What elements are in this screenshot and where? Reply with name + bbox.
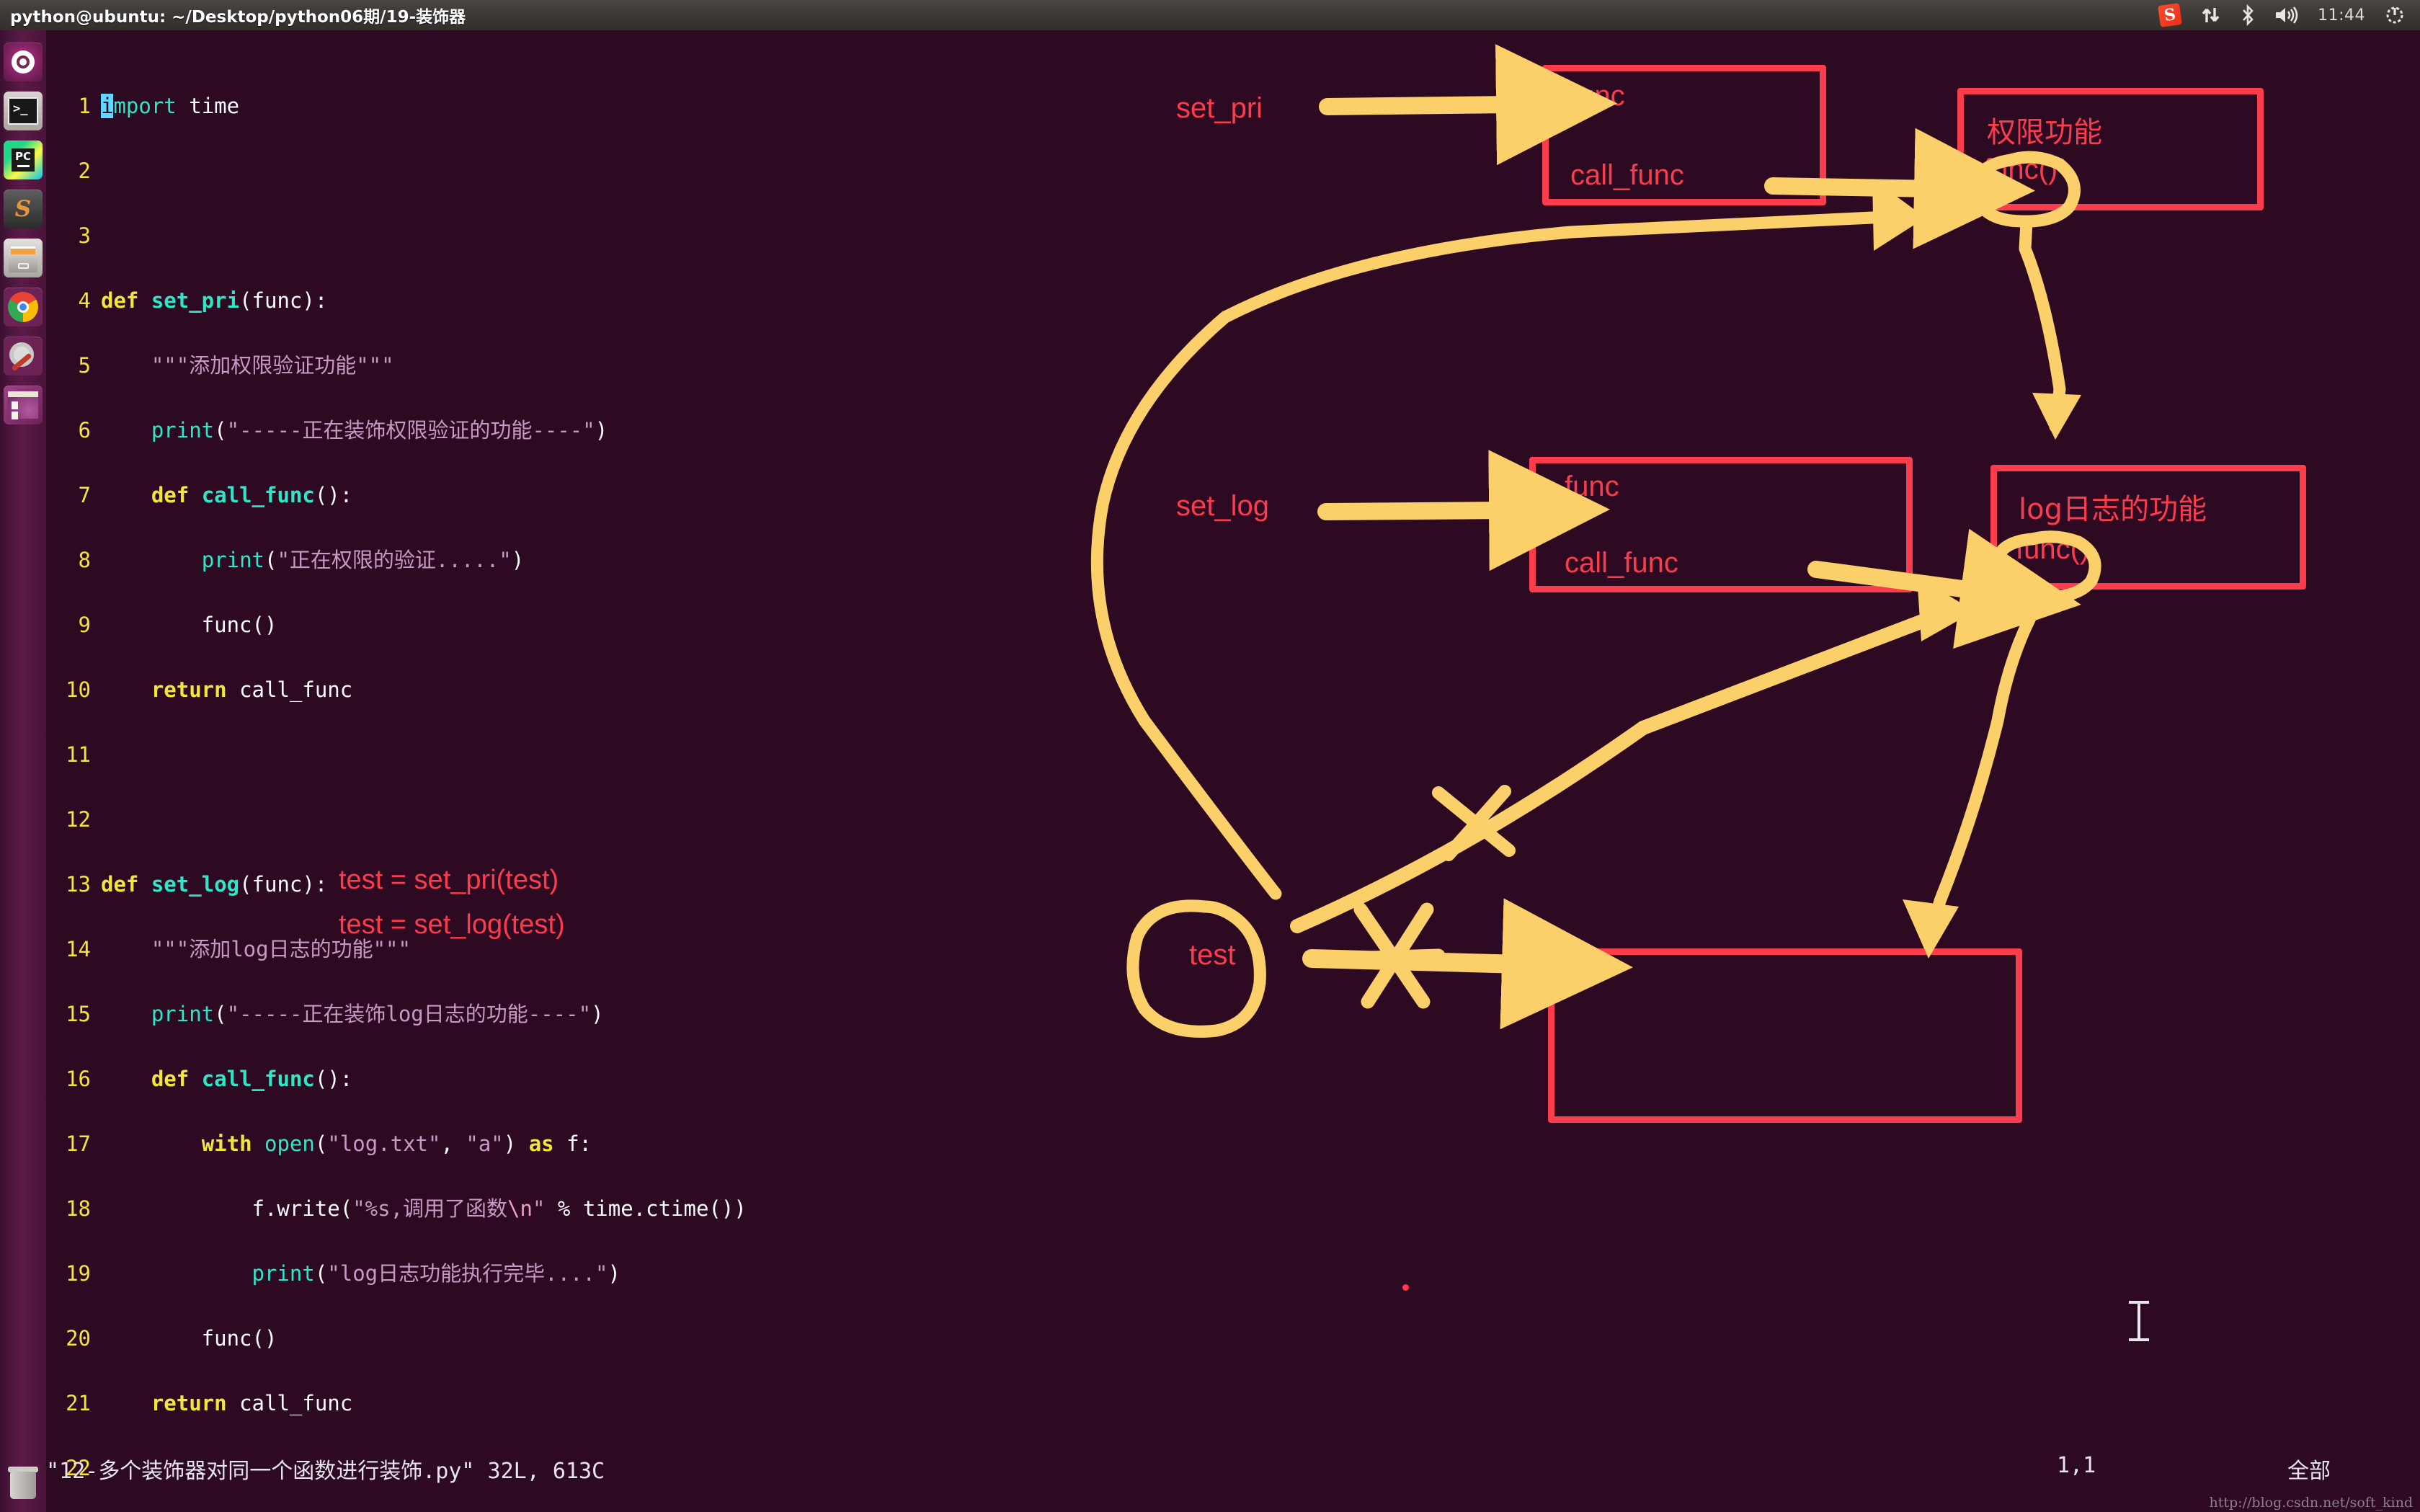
vim-editor[interactable]: 1 import time 2 3 4 def set_pri(func): 5 "…: [46, 30, 2420, 1479]
google-chrome-icon[interactable]: [4, 288, 43, 326]
code-line: 6 print("-----正在装饰权限验证的功能----"): [46, 419, 747, 441]
code-line: 16 def call_func():: [46, 1068, 747, 1090]
status-file-info: "12-多个装饰器对同一个函数进行装饰.py" 32L, 613C: [46, 1459, 605, 1484]
bluetooth-icon[interactable]: [2240, 4, 2256, 26]
trash-can: [10, 1472, 36, 1499]
code-line: 3: [46, 225, 747, 246]
line-number: 10: [66, 677, 91, 702]
code-line: 20 func(): [46, 1328, 747, 1349]
vim-status-line: "12-多个装饰器对同一个函数进行装饰.py" 32L, 613C 1,1 全部: [46, 1453, 2420, 1485]
system-settings-icon[interactable]: [4, 337, 43, 375]
line-number: 3: [78, 223, 91, 248]
code-line: 15 print("-----正在装饰log日志的功能----"): [46, 1003, 747, 1025]
code-line: 8 print("正在权限的验证....."): [46, 549, 747, 571]
line-number: 20: [66, 1326, 91, 1351]
sogou-ime-glyph: S: [2158, 3, 2183, 27]
code-line: 13 def set_log(func):: [46, 873, 747, 895]
trash-icon[interactable]: [4, 1463, 43, 1502]
code-line: 4 def set_pri(func):: [46, 290, 747, 311]
power-icon[interactable]: [2384, 4, 2406, 26]
line-number: 1: [78, 94, 91, 118]
line-number: 7: [78, 483, 91, 507]
code-line: 19 print("log日志功能执行完毕...."): [46, 1263, 747, 1284]
status-scroll-mode: 全部: [2287, 1459, 2331, 1484]
code-line: 11: [46, 744, 747, 765]
code-area[interactable]: 1 import time 2 3 4 def set_pri(func): 5 "…: [46, 30, 747, 1512]
terminal-icon[interactable]: >_: [4, 92, 43, 130]
line-number: 14: [66, 937, 91, 961]
line-number: 15: [66, 1002, 91, 1026]
sogou-ime-icon[interactable]: S: [2158, 3, 2183, 27]
line-number: 12: [66, 807, 91, 832]
line-number: 19: [66, 1261, 91, 1286]
code-line: 21 return call_func: [46, 1392, 747, 1414]
top-panel: python@ubuntu: ~/Desktop/python06期/19-装饰…: [0, 0, 2420, 30]
line-number: 11: [66, 742, 91, 767]
pycharm-icon[interactable]: PC: [4, 141, 43, 179]
volume-icon[interactable]: [2274, 5, 2299, 25]
code-line: 10 return call_func: [46, 679, 747, 701]
line-number: 4: [78, 288, 91, 313]
ubuntu-inner: [17, 55, 30, 68]
code-line: 18 f.write("%s,调用了函数\n" % time.ctime()): [46, 1198, 747, 1219]
code-line: 9 func(): [46, 614, 747, 636]
line-number: 9: [78, 613, 91, 637]
sublime-glyph: S: [14, 196, 32, 222]
line-number: 5: [78, 353, 91, 378]
terminal-prompt: >_: [8, 97, 38, 125]
chrome-center: [17, 301, 29, 313]
status-cursor-position: 1,1: [2057, 1453, 2096, 1478]
files-papers: [11, 246, 35, 254]
code-line: 14 """添加log日志的功能""": [46, 938, 747, 960]
watermark: http://blog.csdn.net/soft_kind: [2209, 1495, 2413, 1511]
line-number: 13: [66, 872, 91, 897]
clock[interactable]: 11:44: [2318, 6, 2365, 25]
window-title: python@ubuntu: ~/Desktop/python06期/19-装饰…: [10, 8, 466, 27]
files-icon[interactable]: [4, 239, 43, 277]
sublime-text-icon[interactable]: S: [4, 190, 43, 228]
software-item-1: [12, 401, 18, 409]
files-handle: [18, 263, 29, 269]
network-icon[interactable]: [2199, 5, 2221, 25]
line-number: 16: [66, 1067, 91, 1091]
line-number: 2: [78, 159, 91, 183]
code-line: 1 import time: [46, 94, 747, 118]
code-line: 2: [46, 160, 747, 182]
line-number: 18: [66, 1196, 91, 1221]
line-number: 8: [78, 548, 91, 572]
software-center-icon[interactable]: [4, 386, 43, 424]
ubuntu-dash-icon[interactable]: [4, 43, 43, 81]
system-tray: S 11:44: [2158, 3, 2420, 27]
line-number: 21: [66, 1391, 91, 1415]
code-line: 5 """添加权限验证功能""": [46, 355, 747, 376]
line-number: 17: [66, 1131, 91, 1156]
code-line: 7 def call_func():: [46, 484, 747, 506]
code-line: 17 with open("log.txt", "a") as f:: [46, 1133, 747, 1155]
code-line: 12: [46, 809, 747, 830]
cursor: i: [101, 94, 114, 118]
line-number: 6: [78, 418, 91, 443]
software-item-2: [12, 412, 18, 419]
software-titlebar: [8, 391, 38, 397]
pycharm-glyph: PC: [12, 148, 35, 172]
unity-launcher: >_ PC S: [0, 30, 46, 1512]
